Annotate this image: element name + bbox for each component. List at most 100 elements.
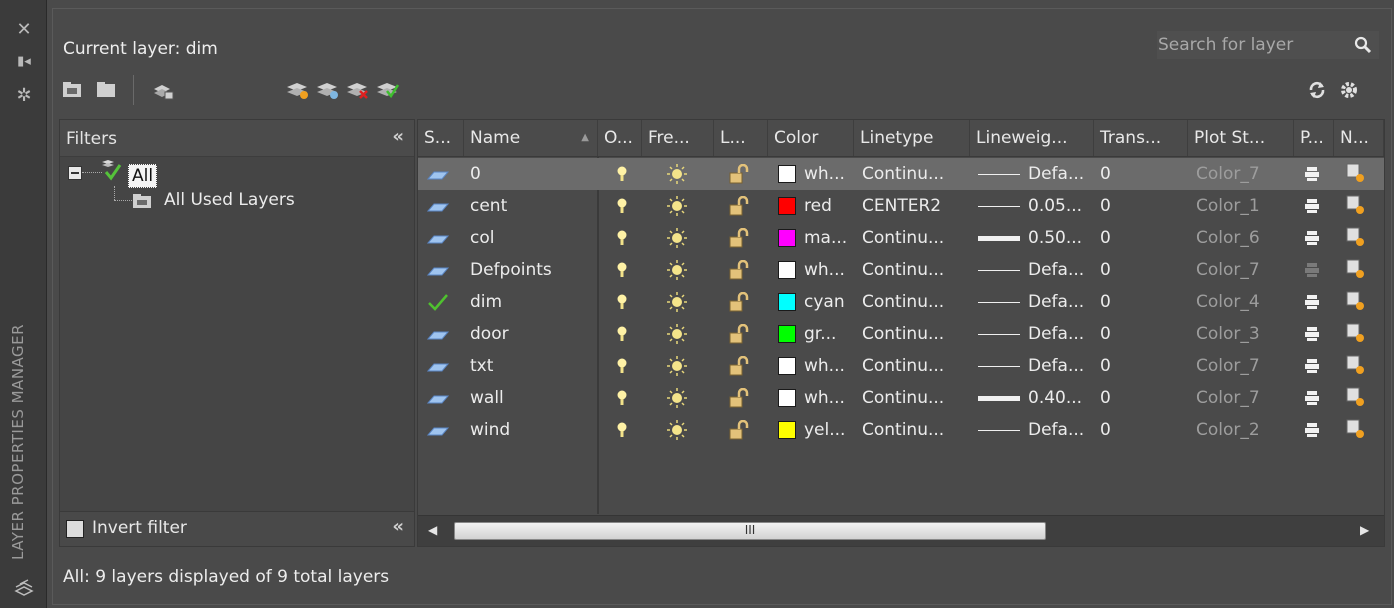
layer-row[interactable]: txt wh... Continu... Defa... 0 Color_7 xyxy=(418,350,1384,382)
layer-color-name[interactable]: yel... xyxy=(804,414,845,446)
new-layer-icon[interactable] xyxy=(285,79,309,101)
bulb-on-icon[interactable] xyxy=(616,165,628,183)
new-property-filter-icon[interactable] xyxy=(61,79,85,101)
unlocked-icon[interactable] xyxy=(728,388,750,408)
layer-row[interactable]: col ma... Continu... 0.50... 0 Color_6 xyxy=(418,222,1384,254)
layer-name[interactable]: wall xyxy=(470,382,504,414)
sun-thawed-icon[interactable] xyxy=(666,163,688,185)
sun-thawed-icon[interactable] xyxy=(666,419,688,441)
sun-thawed-icon[interactable] xyxy=(666,227,688,249)
sun-thawed-icon[interactable] xyxy=(666,195,688,217)
color-swatch[interactable] xyxy=(778,261,796,279)
plot-printer-icon[interactable] xyxy=(1304,261,1320,279)
layer-row[interactable]: wall wh... Continu... 0.40... 0 Color_7 xyxy=(418,382,1384,414)
bulb-on-icon[interactable] xyxy=(616,421,628,439)
column-header-freeze[interactable]: Fre... xyxy=(642,120,714,156)
new-vp-freeze-icon[interactable] xyxy=(1346,195,1366,215)
layer-plot-style[interactable]: Color_4 xyxy=(1196,286,1260,318)
layer-linetype[interactable]: Continu... xyxy=(862,382,944,414)
unlocked-icon[interactable] xyxy=(728,356,750,376)
layer-status-icon[interactable] xyxy=(426,358,450,376)
layer-transparency[interactable]: 0 xyxy=(1100,414,1111,446)
properties-icon[interactable]: ✲ xyxy=(14,86,34,106)
layer-linetype[interactable]: Continu... xyxy=(862,222,944,254)
bulb-on-icon[interactable] xyxy=(616,261,628,279)
new-vp-freeze-icon[interactable] xyxy=(1346,323,1366,343)
plot-printer-icon[interactable] xyxy=(1304,165,1320,183)
layer-row[interactable]: door gr... Continu... Defa... 0 Color_3 xyxy=(418,318,1384,350)
unlocked-icon[interactable] xyxy=(728,420,750,440)
scrollbar-thumb[interactable]: III xyxy=(454,522,1046,540)
color-swatch[interactable] xyxy=(778,357,796,375)
layer-transparency[interactable]: 0 xyxy=(1100,254,1111,286)
plot-printer-icon[interactable] xyxy=(1304,421,1320,439)
sun-thawed-icon[interactable] xyxy=(666,387,688,409)
new-vp-freeze-icon[interactable] xyxy=(1346,259,1366,279)
unlocked-icon[interactable] xyxy=(728,324,750,344)
collapse-filters-icon[interactable]: « xyxy=(392,126,404,147)
plot-printer-icon[interactable] xyxy=(1304,325,1320,343)
layer-linetype[interactable]: CENTER2 xyxy=(862,190,941,222)
column-header-transparency[interactable]: Trans... xyxy=(1094,120,1188,156)
layer-lineweight[interactable]: Defa... xyxy=(1028,254,1084,286)
unlocked-icon[interactable] xyxy=(728,292,750,312)
layer-transparency[interactable]: 0 xyxy=(1100,286,1111,318)
column-header-new-vp-freeze[interactable]: N... xyxy=(1334,120,1384,156)
close-icon[interactable]: ✕ xyxy=(14,20,34,40)
unlocked-icon[interactable] xyxy=(728,228,750,248)
new-vp-freeze-icon[interactable] xyxy=(1346,355,1366,375)
color-swatch[interactable] xyxy=(778,165,796,183)
plot-printer-icon[interactable] xyxy=(1304,229,1320,247)
autohide-icon[interactable]: ▮◂ xyxy=(14,52,34,72)
layer-status-icon[interactable] xyxy=(426,390,450,408)
layer-transparency[interactable]: 0 xyxy=(1100,318,1111,350)
new-vp-freeze-icon[interactable] xyxy=(1346,419,1366,439)
column-header-name[interactable]: Name ▲ xyxy=(464,120,598,156)
new-layer-vp-frozen-icon[interactable] xyxy=(315,79,339,101)
unlocked-icon[interactable] xyxy=(728,196,750,216)
layer-transparency[interactable]: 0 xyxy=(1100,350,1111,382)
unlocked-icon[interactable] xyxy=(728,260,750,280)
layer-plot-style[interactable]: Color_7 xyxy=(1196,158,1260,190)
color-swatch[interactable] xyxy=(778,421,796,439)
layer-status-icon[interactable] xyxy=(426,326,450,344)
layer-name[interactable]: wind xyxy=(470,414,510,446)
delete-layer-icon[interactable] xyxy=(345,79,369,101)
layer-status-icon[interactable] xyxy=(426,262,450,280)
search-icon[interactable] xyxy=(1353,35,1373,55)
layer-lineweight[interactable]: Defa... xyxy=(1028,286,1084,318)
layer-plot-style[interactable]: Color_1 xyxy=(1196,190,1260,222)
layer-row[interactable]: dim cyan Continu... Defa... 0 Color_4 xyxy=(418,286,1384,318)
layer-status-icon[interactable] xyxy=(426,166,450,184)
column-header-lock[interactable]: L... xyxy=(714,120,768,156)
sun-thawed-icon[interactable] xyxy=(666,355,688,377)
layer-lineweight[interactable]: Defa... xyxy=(1028,318,1084,350)
layer-row[interactable]: wind yel... Continu... Defa... 0 Color_2 xyxy=(418,414,1384,446)
layer-color-name[interactable]: wh... xyxy=(804,350,845,382)
layer-lineweight[interactable]: Defa... xyxy=(1028,414,1084,446)
new-vp-freeze-icon[interactable] xyxy=(1346,163,1366,183)
layer-lineweight[interactable]: 0.05... xyxy=(1028,190,1082,222)
column-header-status[interactable]: S... xyxy=(418,120,464,156)
column-header-plot[interactable]: P... xyxy=(1294,120,1334,156)
layer-transparency[interactable]: 0 xyxy=(1100,158,1111,190)
layer-transparency[interactable]: 0 xyxy=(1100,190,1111,222)
layer-status-icon[interactable] xyxy=(426,230,450,248)
color-swatch[interactable] xyxy=(778,325,796,343)
layer-color-name[interactable]: ma... xyxy=(804,222,847,254)
invert-filter-checkbox[interactable] xyxy=(66,520,84,538)
search-input[interactable]: Search for layer xyxy=(1158,35,1293,55)
layer-row[interactable]: 0 wh... Continu... Defa... 0 Color_7 xyxy=(418,158,1384,190)
layer-name[interactable]: col xyxy=(470,222,494,254)
layer-linetype[interactable]: Continu... xyxy=(862,158,944,190)
layer-status-icon[interactable] xyxy=(426,422,450,440)
bulb-on-icon[interactable] xyxy=(616,325,628,343)
layer-linetype[interactable]: Continu... xyxy=(862,254,944,286)
scroll-left-icon[interactable]: ◀ xyxy=(428,523,437,537)
layer-row[interactable]: Defpoints wh... Continu... Defa... 0 Color_7 xyxy=(418,254,1384,286)
sun-thawed-icon[interactable] xyxy=(666,323,688,345)
layer-name[interactable]: Defpoints xyxy=(470,254,552,286)
layer-linetype[interactable]: Continu... xyxy=(862,350,944,382)
plot-printer-icon[interactable] xyxy=(1304,357,1320,375)
layer-lineweight[interactable]: Defa... xyxy=(1028,350,1084,382)
